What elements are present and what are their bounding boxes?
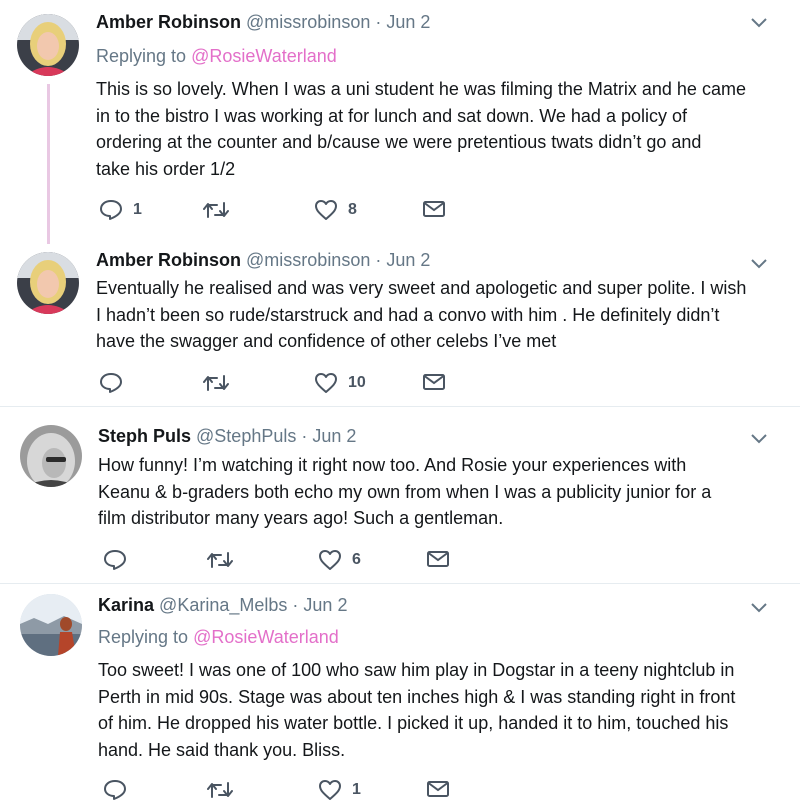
tweet-text-line: in to the bistro I was working at for lu… [96, 105, 687, 126]
avatar-amber-robinson[interactable] [17, 14, 79, 76]
tweet-actions: 1 8 [0, 199, 800, 225]
avatar-steph-puls[interactable] [20, 425, 82, 487]
tweet-text-line: hand. He said thank you. Bliss. [98, 739, 346, 760]
retweet-button[interactable] [203, 372, 229, 394]
like-icon [315, 200, 337, 220]
tweet-date[interactable]: Jun 2 [386, 12, 430, 32]
chevron-down-icon[interactable] [750, 433, 768, 445]
replying-to-label: Replying to [98, 627, 189, 647]
replying-to-label: Replying to [96, 46, 187, 66]
tweet-header: Amber Robinson @missrobinson · Jun 2 [96, 11, 430, 33]
author-name[interactable]: Steph Puls [98, 426, 191, 446]
tweet-text: Eventually he realised and was very swee… [96, 275, 786, 355]
tweet-text-line: Eventually he realised and was very swee… [96, 278, 747, 298]
reply-icon [104, 550, 126, 570]
separator-dot: · [375, 12, 382, 32]
message-icon [427, 781, 449, 797]
retweet-button[interactable] [207, 779, 233, 801]
tweet-actions: 1 [0, 779, 800, 805]
message-icon [423, 374, 445, 390]
retweet-icon [203, 375, 229, 391]
tweet-text-line: film distributor many years ago! Such a … [98, 508, 504, 528]
reply-icon [100, 200, 122, 220]
tweet-2: Amber Robinson @missrobinson · Jun 2 Eve… [0, 238, 800, 406]
tweet-text: Too sweet! I was one of 100 who saw him … [98, 657, 798, 763]
author-name[interactable]: Amber Robinson [96, 250, 241, 270]
retweet-icon [207, 782, 233, 798]
separator-dot: · [375, 250, 382, 270]
like-icon [319, 780, 341, 800]
tweet-text-line: Too sweet! I was one of 100 who saw him … [98, 660, 735, 680]
reply-button[interactable]: 1 [99, 199, 142, 221]
tweet-1: Amber Robinson @missrobinson · Jun 2 Rep… [0, 0, 800, 244]
tweet-header: Steph Puls @StephPuls · Jun 2 [98, 425, 356, 447]
message-button[interactable] [426, 549, 450, 569]
author-handle[interactable]: @missrobinson [246, 250, 370, 270]
tweet-header: Karina @Karina_Melbs · Jun 2 [98, 594, 347, 616]
retweet-icon [203, 202, 229, 218]
tweet-header: Amber Robinson @missrobinson · Jun 2 [96, 249, 430, 271]
like-button[interactable]: 1 [318, 779, 361, 801]
tweet-4: Karina @Karina_Melbs · Jun 2 Replying to… [0, 584, 800, 808]
reply-icon [100, 373, 122, 393]
retweet-icon [207, 552, 233, 568]
tweet-text-line: Perth in mid 90s. Stage was about ten in… [98, 686, 736, 707]
chevron-down-icon[interactable] [750, 17, 768, 29]
tweet-text: This is so lovely. When I was a uni stud… [96, 76, 786, 182]
author-name[interactable]: Karina [98, 595, 154, 615]
author-name[interactable]: Amber Robinson [96, 12, 241, 32]
chevron-down-icon[interactable] [750, 602, 768, 614]
retweet-button[interactable] [207, 549, 233, 571]
like-icon [315, 373, 337, 393]
message-button[interactable] [422, 199, 446, 219]
tweet-text-line: ordering at the counter and b/cause we w… [96, 132, 702, 152]
author-handle[interactable]: @missrobinson [246, 12, 370, 32]
tweet-3: Steph Puls @StephPuls · Jun 2 How funny!… [0, 407, 800, 583]
like-button[interactable]: 8 [314, 199, 357, 221]
tweet-text-line: of him. He dropped his water bottle. I p… [98, 713, 729, 733]
like-icon [319, 550, 341, 570]
tweet-text-line: This is so lovely. When I was a uni stud… [96, 79, 746, 99]
reply-button[interactable] [99, 372, 123, 394]
tweet-date[interactable]: Jun 2 [303, 595, 347, 615]
tweet-text-line: take his order 1/2 [96, 158, 236, 179]
tweet-date[interactable]: Jun 2 [386, 250, 430, 270]
tweet-text-line: Keanu & b-graders both echo my own from … [98, 481, 712, 502]
separator-dot: · [292, 595, 299, 615]
like-count: 10 [348, 374, 366, 391]
tweet-text-line: have the swagger and confidence of other… [96, 331, 557, 351]
separator-dot: · [301, 426, 308, 446]
like-count: 8 [348, 201, 357, 218]
avatar-karina[interactable] [20, 594, 82, 656]
tweet-text-line: I hadn’t been so rude/starstruck and had… [96, 304, 720, 325]
replying-to: Replying to @RosieWaterland [98, 626, 339, 648]
tweet-text: How funny! I’m watching it right now too… [98, 452, 788, 532]
message-button[interactable] [426, 779, 450, 799]
avatar-amber-robinson[interactable] [17, 252, 79, 314]
tweet-date[interactable]: Jun 2 [312, 426, 356, 446]
like-button[interactable]: 6 [318, 549, 361, 571]
tweet-text-line: How funny! I’m watching it right now too… [98, 455, 687, 475]
like-button[interactable]: 10 [314, 372, 366, 394]
message-icon [423, 201, 445, 217]
message-button[interactable] [422, 372, 446, 392]
reply-mention-link[interactable]: @RosieWaterland [193, 627, 339, 647]
reply-count: 1 [133, 201, 142, 218]
reply-button[interactable] [103, 549, 127, 571]
like-count: 1 [352, 781, 361, 798]
reply-icon [104, 780, 126, 800]
tweet-actions: 10 [0, 372, 800, 398]
reply-mention-link[interactable]: @RosieWaterland [191, 46, 337, 66]
replying-to: Replying to @RosieWaterland [96, 45, 337, 67]
like-count: 6 [352, 551, 361, 568]
author-handle[interactable]: @Karina_Melbs [159, 595, 287, 615]
tweet-actions: 6 [0, 549, 800, 575]
reply-button[interactable] [103, 779, 127, 801]
chevron-down-icon[interactable] [750, 258, 768, 270]
retweet-button[interactable] [203, 199, 229, 221]
message-icon [427, 551, 449, 567]
author-handle[interactable]: @StephPuls [196, 426, 296, 446]
